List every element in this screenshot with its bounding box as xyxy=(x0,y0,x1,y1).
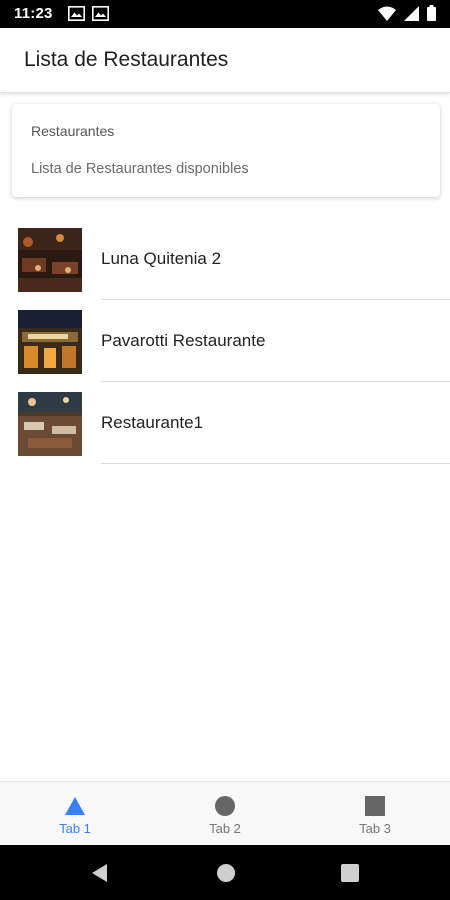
status-bar: 11:23 xyxy=(0,0,450,28)
list-item[interactable]: Pavarotti Restaurante xyxy=(0,300,450,382)
gallery-icon xyxy=(68,6,85,26)
home-icon[interactable] xyxy=(216,863,236,883)
card-subtitle: Lista de Restaurantes disponibles xyxy=(31,161,249,177)
tab-1[interactable]: Tab 1 xyxy=(0,782,150,846)
restaurant-thumbnail xyxy=(18,228,82,292)
restaurant-name: Luna Quitenia 2 xyxy=(101,249,222,268)
app-bar: Lista de Restaurantes xyxy=(0,28,450,93)
wifi-icon xyxy=(378,6,396,26)
tab-label: Tab 1 xyxy=(59,821,91,836)
battery-icon xyxy=(427,5,436,26)
restaurant-list: Luna Quitenia 2 Pavarotti Restaurante Re… xyxy=(0,218,450,464)
circle-icon xyxy=(214,795,236,817)
triangle-icon xyxy=(64,795,86,817)
gallery-icon xyxy=(92,6,109,26)
status-time: 11:23 xyxy=(14,5,53,22)
navigation-bar xyxy=(0,845,450,900)
notification-icons xyxy=(68,6,109,26)
tab-label: Tab 3 xyxy=(359,821,391,836)
tab-3[interactable]: Tab 3 xyxy=(300,782,450,846)
back-icon[interactable] xyxy=(90,863,110,883)
system-icons xyxy=(378,5,436,26)
restaurant-name: Restaurante1 xyxy=(101,413,204,432)
restaurant-name: Pavarotti Restaurante xyxy=(101,331,266,350)
divider xyxy=(101,463,450,464)
restaurant-thumbnail xyxy=(18,392,82,456)
tab-2[interactable]: Tab 2 xyxy=(150,782,300,846)
signal-icon xyxy=(404,5,419,26)
list-item[interactable]: Restaurante1 xyxy=(0,382,450,464)
recents-icon[interactable] xyxy=(340,863,360,883)
info-card: Restaurantes Lista de Restaurantes dispo… xyxy=(12,104,440,197)
tab-bar: Tab 1 Tab 2 Tab 3 xyxy=(0,781,450,846)
square-icon xyxy=(364,795,386,817)
tab-label: Tab 2 xyxy=(209,821,241,836)
card-title: Restaurantes xyxy=(31,123,115,139)
page-title: Lista de Restaurantes xyxy=(24,48,229,71)
list-item[interactable]: Luna Quitenia 2 xyxy=(0,218,450,300)
restaurant-thumbnail xyxy=(18,310,82,374)
